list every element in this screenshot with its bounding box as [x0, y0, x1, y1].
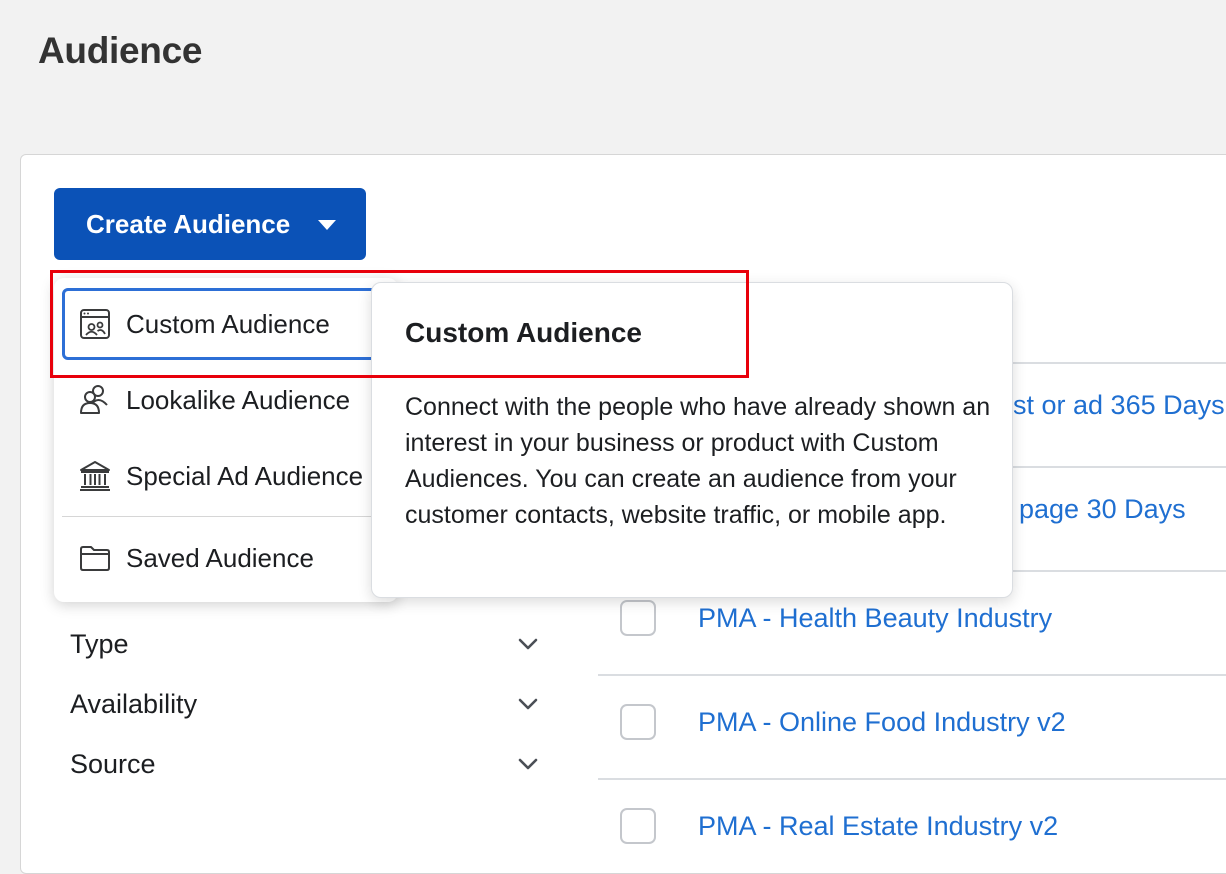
- filter-source-label: Source: [70, 748, 156, 779]
- chevron-down-icon: [518, 698, 538, 710]
- chevron-down-icon: [518, 638, 538, 650]
- table-row: PMA - Health Beauty Industry: [620, 597, 1052, 639]
- menu-divider: [62, 516, 392, 517]
- tooltip-title: Custom Audience: [405, 317, 642, 348]
- caret-down-icon: [318, 220, 336, 230]
- menu-item-custom-audience[interactable]: Custom Audience: [62, 288, 392, 360]
- audience-link[interactable]: PMA - Real Estate Industry v2: [698, 811, 1058, 842]
- menu-item-special-ad-audience[interactable]: Special Ad Audience: [62, 440, 392, 512]
- filter-type[interactable]: Type: [70, 624, 540, 664]
- table-row: PMA - Real Estate Industry v2: [620, 805, 1058, 847]
- filter-availability-label: Availability: [70, 688, 198, 719]
- chevron-down-icon: [518, 758, 538, 770]
- table-row: PMA - Online Food Industry v2: [620, 701, 1066, 743]
- audience-link[interactable]: PMA - Health Beauty Industry: [698, 603, 1052, 634]
- page-title: Audience: [38, 30, 203, 71]
- menu-item-label: Custom Audience: [126, 308, 330, 339]
- menu-item-label: Special Ad Audience: [126, 460, 364, 491]
- audience-link-partial[interactable]: ost or ad 365 Days: [998, 390, 1225, 421]
- menu-item-label: Lookalike Audience: [126, 384, 351, 415]
- audience-link-partial[interactable]: page 30 Days: [1019, 494, 1186, 525]
- filter-type-label: Type: [70, 628, 129, 659]
- audience-link[interactable]: PMA - Online Food Industry v2: [698, 707, 1066, 738]
- filter-availability[interactable]: Availability: [70, 684, 540, 724]
- tooltip-body: Connect with the people who have already…: [405, 393, 991, 529]
- row-checkbox[interactable]: [620, 704, 656, 740]
- menu-item-lookalike-audience[interactable]: Lookalike Audience: [62, 364, 392, 436]
- row-checkbox[interactable]: [620, 808, 656, 844]
- folder-icon: [80, 546, 110, 571]
- menu-item-saved-audience[interactable]: Saved Audience: [62, 522, 392, 594]
- create-audience-button[interactable]: Create Audience: [54, 188, 366, 260]
- menu-item-label: Saved Audience: [126, 542, 314, 573]
- filter-source[interactable]: Source: [70, 744, 540, 784]
- table-divider: [598, 674, 1226, 676]
- custom-audience-icon: [80, 309, 110, 339]
- people-icon: [80, 385, 108, 414]
- bank-icon: [80, 461, 110, 491]
- table-divider: [598, 778, 1226, 780]
- custom-audience-tooltip: Custom Audience Connect with the people …: [371, 282, 1013, 598]
- row-checkbox[interactable]: [620, 600, 656, 636]
- create-audience-menu: Custom Audience Lookalike Audience Speci…: [54, 278, 398, 602]
- create-audience-label: Create Audience: [86, 208, 291, 239]
